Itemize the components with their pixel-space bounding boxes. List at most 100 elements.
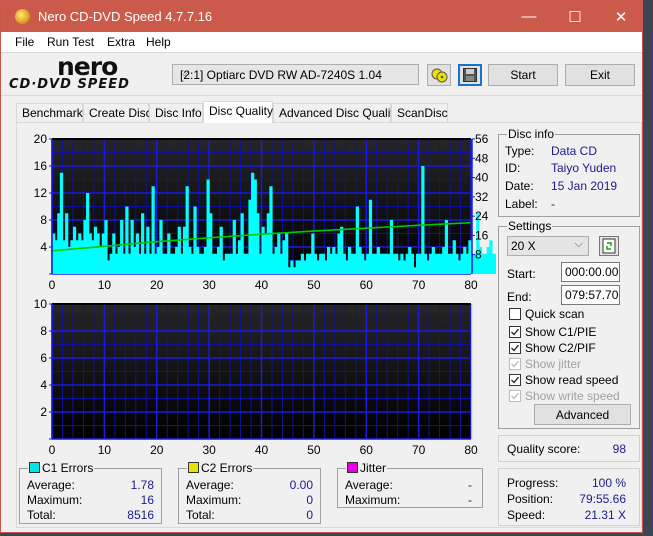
y2-tick-label: 48 bbox=[475, 151, 489, 165]
menu-run-test[interactable]: Run Test bbox=[47, 35, 94, 49]
checkbox-checked-icon[interactable] bbox=[509, 342, 521, 354]
checkbox-show-read-speed[interactable]: Show read speed bbox=[509, 373, 634, 388]
progress-value: 100 % bbox=[591, 476, 626, 490]
checkbox-label: Show C1/PIE bbox=[525, 325, 597, 339]
c2-average-label: Average: bbox=[186, 478, 234, 492]
checkbox-label: Show C2/PIF bbox=[525, 341, 596, 355]
maximize-icon: ☐ bbox=[568, 8, 582, 26]
refresh-icon bbox=[602, 238, 616, 254]
c2-errors-group: C2 Errors Average: 0.00 Maximum: 0 Total… bbox=[178, 461, 321, 524]
chevron-down-icon: ⌵ bbox=[574, 238, 583, 250]
jitter-maximum-value: - bbox=[468, 493, 472, 507]
checkbox-checked-icon[interactable] bbox=[509, 374, 521, 386]
checkbox-checked-icon bbox=[509, 358, 521, 370]
x-tick-label: 50 bbox=[307, 278, 321, 292]
start-time-input[interactable]: 000:00.00 bbox=[561, 262, 620, 282]
x-tick-label: 70 bbox=[412, 443, 426, 457]
end-time-input[interactable]: 079:57.70 bbox=[561, 285, 620, 305]
discs-icon bbox=[431, 68, 448, 83]
y-tick-label: 4 bbox=[40, 240, 47, 254]
tab-advanced-disc-quality[interactable]: Advanced Disc Quality bbox=[273, 103, 400, 122]
refresh-speed-button[interactable] bbox=[599, 236, 619, 256]
checkbox-unchecked-icon[interactable] bbox=[509, 308, 521, 320]
checkbox-show-jitter: Show jitter bbox=[509, 357, 634, 372]
position-value: 79:55.66 bbox=[579, 492, 626, 506]
speed-select-value: 20 X bbox=[511, 239, 536, 253]
tab-benchmark[interactable]: Benchmark bbox=[16, 103, 83, 122]
id-label: ID: bbox=[505, 161, 521, 175]
close-button[interactable]: ✕ bbox=[598, 1, 644, 32]
logo-cd-dvd-speed-text: CD·DVD SPEED bbox=[9, 77, 130, 92]
menu-bar: File Run Test Extra Help bbox=[1, 32, 642, 52]
x-tick-label: 30 bbox=[202, 278, 216, 292]
x-tick-label: 10 bbox=[98, 278, 112, 292]
date-value: 15 Jan 2019 bbox=[551, 179, 618, 193]
start-label: Start: bbox=[507, 267, 536, 281]
start-button[interactable]: Start bbox=[488, 64, 558, 86]
menu-extra[interactable]: Extra bbox=[107, 35, 135, 49]
y-tick-label: 16 bbox=[34, 159, 48, 173]
jitter-group: Jitter Average: - Maximum: - bbox=[337, 461, 483, 508]
jitter-legend: Jitter bbox=[346, 461, 388, 475]
x-tick-label: 80 bbox=[464, 278, 478, 292]
c2-errors-title: C2 Errors bbox=[201, 461, 253, 475]
checkbox-show-c2-pif[interactable]: Show C2/PIF bbox=[509, 341, 634, 356]
minimize-icon: — bbox=[521, 8, 537, 25]
progress-group: Progress: 100 % Position: 79:55.66 Speed… bbox=[498, 468, 640, 526]
speed-label: Speed: bbox=[507, 508, 546, 522]
x-tick-label: 60 bbox=[360, 443, 374, 457]
app-icon bbox=[15, 9, 30, 24]
menu-help[interactable]: Help bbox=[146, 35, 171, 49]
checkbox-quick-scan[interactable]: Quick scan bbox=[509, 307, 634, 322]
c2-error-chart: 2 4 6 8 10 0 10 20 30 40 50 60 70 80 bbox=[34, 297, 478, 457]
exit-button[interactable]: Exit bbox=[565, 64, 635, 86]
x-tick-label: 20 bbox=[150, 278, 164, 292]
c1-total-value: 8516 bbox=[127, 508, 154, 522]
toolbar: nero CD·DVD SPEED [2:1] Optiarc DVD RW A… bbox=[1, 52, 642, 96]
type-label: Type: bbox=[505, 144, 535, 158]
menu-file[interactable]: File bbox=[15, 35, 34, 49]
y-tick-label: 10 bbox=[34, 297, 48, 311]
label-value: - bbox=[551, 197, 555, 211]
x-tick-label: 0 bbox=[49, 278, 56, 292]
checkbox-checked-icon bbox=[509, 390, 521, 402]
chevron-down-icon: ⌵ bbox=[180, 67, 189, 79]
c1-maximum-label: Maximum: bbox=[27, 493, 83, 507]
y2-tick-label: 32 bbox=[475, 190, 489, 204]
save-button[interactable] bbox=[458, 64, 482, 86]
date-label: Date: bbox=[505, 179, 534, 193]
tab-disc-info[interactable]: Disc Info bbox=[149, 103, 203, 122]
disc-eject-button[interactable] bbox=[427, 64, 451, 86]
speed-select[interactable]: 20 X ⌵ bbox=[507, 236, 589, 256]
checkbox-checked-icon[interactable] bbox=[509, 326, 521, 338]
y-tick-label: 12 bbox=[34, 186, 48, 200]
maximize-button[interactable]: ☐ bbox=[552, 1, 598, 32]
c2-total-value: 0 bbox=[306, 508, 313, 522]
advanced-button[interactable]: Advanced bbox=[534, 404, 631, 425]
checkbox-show-c1-pie[interactable]: Show C1/PIE bbox=[509, 325, 634, 340]
y2-tick-label: 8 bbox=[475, 248, 482, 262]
c1-errors-title: C1 Errors bbox=[42, 461, 94, 475]
minimize-button[interactable]: — bbox=[506, 1, 552, 32]
x-tick-label: 80 bbox=[464, 443, 478, 457]
x-tick-label: 40 bbox=[255, 278, 269, 292]
c2-errors-legend: C2 Errors bbox=[187, 461, 254, 475]
c2-average-value: 0.00 bbox=[289, 478, 313, 492]
tab-scandisc[interactable]: ScanDisc bbox=[391, 103, 448, 122]
x-tick-label: 50 bbox=[307, 443, 321, 457]
x-tick-label: 60 bbox=[360, 278, 374, 292]
jitter-average-value: - bbox=[468, 478, 472, 492]
y2-tick-label: 16 bbox=[475, 228, 489, 242]
y-tick-label: 8 bbox=[40, 324, 47, 338]
y2-tick-label: 56 bbox=[475, 132, 489, 146]
quality-score-label: Quality score: bbox=[507, 442, 581, 456]
tab-disc-quality[interactable]: Disc Quality bbox=[203, 101, 273, 123]
position-label: Position: bbox=[507, 492, 554, 506]
c1-error-bar bbox=[494, 253, 496, 274]
quality-score-value: 98 bbox=[612, 442, 626, 456]
y-tick-label: 20 bbox=[34, 132, 48, 146]
tab-create-disc[interactable]: Create Disc bbox=[83, 103, 152, 122]
drive-select[interactable]: [2:1] Optiarc DVD RW AD-7240S 1.04 ⌵ bbox=[172, 64, 419, 85]
type-value: Data CD bbox=[551, 144, 598, 158]
checkbox-label: Show jitter bbox=[525, 357, 582, 371]
